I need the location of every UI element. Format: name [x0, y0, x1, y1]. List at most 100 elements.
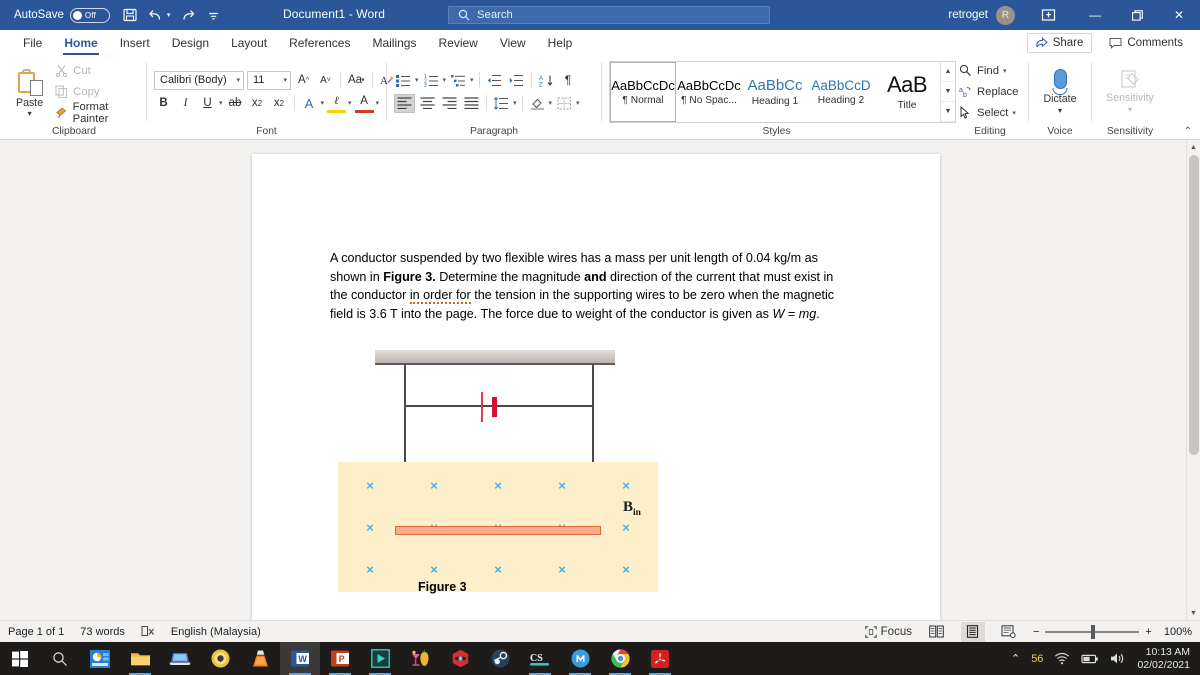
text-effects-icon[interactable]: A	[300, 94, 319, 113]
word-app-icon[interactable]: W	[280, 642, 320, 675]
tray-expand-icon[interactable]: ⌃	[1011, 652, 1020, 665]
read-mode-button[interactable]	[925, 622, 949, 642]
superscript-icon[interactable]: x2	[270, 94, 289, 113]
styles-more-icon[interactable]: ▼	[941, 102, 955, 122]
minimize-button[interactable]: —	[1074, 0, 1116, 30]
m-app-icon[interactable]	[560, 642, 600, 675]
bullets-dropdown-icon[interactable]: ▾	[415, 76, 419, 84]
styles-scroll-up-icon[interactable]: ▲	[941, 62, 955, 82]
acrobat-reader-app-icon[interactable]	[640, 642, 680, 675]
borders-icon[interactable]	[555, 94, 574, 113]
change-case-icon[interactable]: Aa ▾	[346, 71, 367, 90]
align-left-icon[interactable]	[394, 93, 415, 113]
tab-layout[interactable]: Layout	[220, 30, 278, 57]
print-layout-button[interactable]	[960, 621, 985, 642]
language-indicator[interactable]: English (Malaysia)	[171, 626, 261, 638]
style-heading-1[interactable]: AaBbCс Heading 1	[742, 62, 808, 122]
search-input[interactable]: Search	[448, 6, 770, 24]
font-size-combo[interactable]: 11 ▾	[247, 70, 291, 90]
zoom-in-button[interactable]: +	[1145, 626, 1151, 638]
find-button[interactable]: Find ▾	[959, 62, 1018, 80]
word-count[interactable]: 73 words	[80, 626, 125, 638]
tab-review[interactable]: Review	[427, 30, 488, 57]
zoom-track[interactable]	[1045, 624, 1140, 639]
bullets-icon[interactable]	[394, 71, 413, 90]
numbering-icon[interactable]: 123	[422, 71, 441, 90]
disc-app-icon[interactable]	[200, 642, 240, 675]
account-name[interactable]: retroget	[948, 9, 988, 21]
file-explorer-icon[interactable]	[120, 642, 160, 675]
bold-icon[interactable]: B	[154, 94, 173, 113]
web-layout-button[interactable]	[997, 622, 1021, 642]
grammar-suggestion-text[interactable]: in order for	[409, 288, 471, 305]
search-button[interactable]	[40, 642, 80, 675]
multilevel-dropdown-icon[interactable]: ▾	[470, 76, 474, 84]
close-button[interactable]: ✕	[1158, 0, 1200, 30]
subscript-icon[interactable]: x2	[248, 94, 267, 113]
undo-icon[interactable]	[148, 8, 163, 22]
focus-mode-button[interactable]: Focus	[864, 625, 913, 639]
tab-references[interactable]: References	[278, 30, 361, 57]
shading-dropdown-icon[interactable]: ▾	[549, 99, 553, 107]
redo-icon[interactable]	[181, 8, 196, 22]
style-no-spacing[interactable]: AaBbCcDc ¶ No Spac...	[676, 62, 742, 122]
collapse-ribbon-icon[interactable]: ⌃	[1184, 126, 1192, 137]
shrink-font-icon[interactable]: A ˅	[316, 71, 335, 90]
style-heading-2[interactable]: AaBbCcD Heading 2	[808, 62, 874, 122]
wifi-icon[interactable]	[1054, 652, 1070, 665]
font-name-combo[interactable]: Calibri (Body) ▾	[154, 70, 244, 90]
vertical-scrollbar[interactable]: ▲ ▼	[1186, 140, 1200, 620]
tab-view[interactable]: View	[489, 30, 537, 57]
sort-icon[interactable]: AZ	[537, 71, 556, 90]
document-page[interactable]: A conductor suspended by two flexible wi…	[252, 154, 940, 620]
find-dropdown-icon[interactable]: ▾	[1003, 67, 1007, 75]
copy-button[interactable]: Copy	[55, 83, 139, 101]
powerpoint-app-icon[interactable]: P	[320, 642, 360, 675]
scrollbar-thumb[interactable]	[1188, 155, 1199, 455]
select-dropdown-icon[interactable]: ▾	[1012, 109, 1016, 117]
document-paragraph[interactable]: A conductor suspended by two flexible wi…	[330, 249, 854, 323]
battery-icon[interactable]	[1081, 653, 1099, 665]
text-highlight-color-icon[interactable]: ℓ	[327, 94, 347, 113]
vlc-media-player-icon[interactable]	[240, 642, 280, 675]
cs-app-icon[interactable]: CS	[520, 642, 560, 675]
share-button[interactable]: Share	[1026, 33, 1093, 53]
physics-figure[interactable]: × × × × × × × × × × × × Bin Figure 3	[330, 342, 870, 594]
styles-scroll-down-icon[interactable]: ▼	[941, 82, 955, 102]
autosave-control[interactable]: AutoSave Off	[14, 7, 110, 23]
cut-button[interactable]: Cut	[55, 62, 139, 80]
zoom-out-button[interactable]: −	[1033, 626, 1039, 638]
format-painter-button[interactable]: Format Painter	[55, 101, 139, 125]
sensitivity-button[interactable]: Sensitivity ▾	[1102, 69, 1158, 114]
increase-indent-icon[interactable]	[507, 71, 526, 90]
avatar[interactable]: R	[996, 5, 1015, 25]
justify-icon[interactable]	[462, 94, 481, 113]
office-app-icon[interactable]	[80, 642, 120, 675]
dictate-button[interactable]: Dictate ▾	[1036, 68, 1084, 115]
tab-file[interactable]: File	[12, 30, 53, 57]
paste-dropdown-icon[interactable]: ▾	[28, 109, 32, 118]
text-effects-dropdown-icon[interactable]: ▾	[321, 99, 325, 107]
battery-percent[interactable]: 56	[1031, 653, 1043, 665]
tab-insert[interactable]: Insert	[109, 30, 161, 57]
steam-app-icon[interactable]	[480, 642, 520, 675]
show-formatting-marks-icon[interactable]: ¶	[559, 71, 578, 90]
italic-icon[interactable]: I	[176, 94, 195, 113]
strikethrough-icon[interactable]: ab	[226, 94, 245, 113]
customize-quick-access-icon[interactable]	[207, 9, 220, 22]
font-color-icon[interactable]: A	[354, 94, 374, 113]
restore-button[interactable]	[1116, 0, 1158, 30]
tab-mailings[interactable]: Mailings	[361, 30, 427, 57]
style-normal[interactable]: AaBbCcDc ¶ Normal	[610, 61, 676, 122]
start-button[interactable]	[0, 642, 40, 675]
select-button[interactable]: Select ▾	[959, 104, 1018, 122]
scroll-down-icon[interactable]: ▼	[1187, 606, 1200, 620]
ribbon-display-options-icon[interactable]	[1041, 8, 1056, 22]
font-color-dropdown-icon[interactable]: ▾	[376, 99, 380, 107]
highlight-dropdown-icon[interactable]: ▾	[348, 99, 352, 107]
underline-icon[interactable]: U	[198, 94, 217, 113]
save-icon[interactable]	[123, 8, 137, 22]
shading-icon[interactable]	[528, 94, 547, 113]
replace-button[interactable]: ab Replace	[959, 83, 1018, 101]
proofing-errors-icon[interactable]	[141, 625, 155, 638]
